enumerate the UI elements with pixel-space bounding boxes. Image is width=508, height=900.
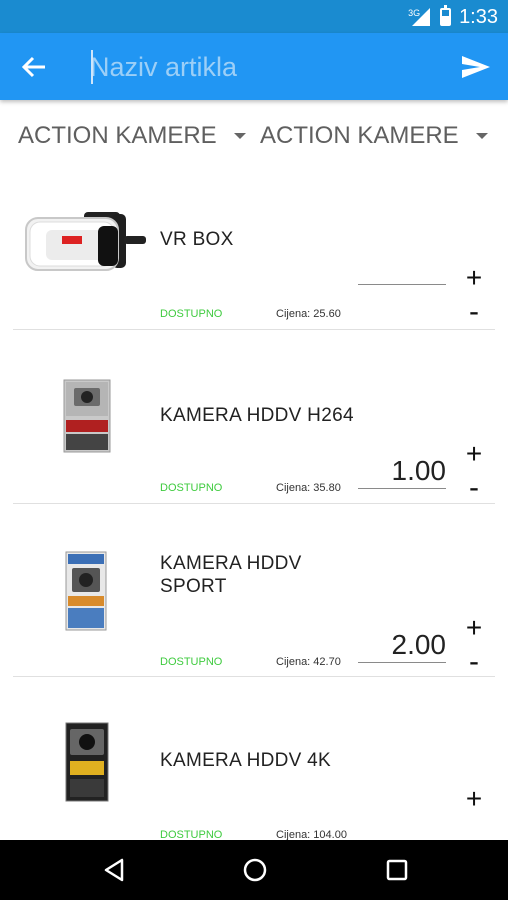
product-image bbox=[62, 550, 110, 637]
product-image bbox=[58, 376, 114, 461]
availability-status: DOSTUPNO bbox=[160, 656, 223, 668]
product-name: KAMERA HDDV H264 bbox=[160, 405, 354, 426]
system-navigation-bar bbox=[0, 840, 508, 900]
filter-bar: ACTION KAMERE ACTION KAMERE bbox=[0, 100, 508, 172]
status-bar: 3G 1:33 bbox=[0, 0, 508, 33]
availability-status: DOSTUPNO bbox=[160, 308, 223, 320]
price-label: Cijena: 104.00 bbox=[276, 829, 347, 840]
price-label: Cijena: 35.80 bbox=[276, 482, 341, 494]
quantity-field[interactable] bbox=[358, 284, 446, 285]
product-name: VR BOX bbox=[160, 229, 234, 250]
increase-quantity-button[interactable]: + bbox=[462, 440, 486, 468]
availability-status: DOSTUPNO bbox=[160, 829, 223, 840]
availability-status: DOSTUPNO bbox=[160, 482, 223, 494]
product-name: KAMERA HDDV 4K bbox=[160, 750, 332, 771]
decrease-quantity-button[interactable]: - bbox=[462, 473, 486, 503]
quantity-field[interactable]: 1.00 bbox=[358, 454, 446, 489]
back-arrow-icon[interactable] bbox=[18, 51, 50, 83]
quantity-field[interactable]: 2.00 bbox=[358, 628, 446, 663]
search-input[interactable] bbox=[90, 47, 430, 87]
price-label: Cijena: 25.60 bbox=[276, 308, 341, 320]
text-cursor bbox=[91, 50, 93, 84]
product-image bbox=[24, 206, 148, 281]
product-image bbox=[62, 721, 112, 808]
chevron-down-icon bbox=[476, 133, 488, 139]
network-type-label: 3G bbox=[408, 8, 421, 18]
back-triangle-icon[interactable] bbox=[100, 855, 130, 885]
chevron-down-icon bbox=[234, 133, 246, 139]
home-circle-icon[interactable] bbox=[240, 855, 270, 885]
category-dropdown-1[interactable]: ACTION KAMERE bbox=[18, 120, 248, 152]
signal-icon: 3G bbox=[406, 6, 432, 28]
app-bar bbox=[0, 33, 508, 100]
category-dropdown-2-label: ACTION KAMERE bbox=[260, 122, 459, 149]
increase-quantity-button[interactable]: + bbox=[462, 785, 486, 813]
category-dropdown-2[interactable]: ACTION KAMERE bbox=[260, 120, 490, 152]
price-label: Cijena: 42.70 bbox=[276, 656, 341, 668]
list-item[interactable]: KAMERA HDDV H264 + 1.00 DOSTUPNO Cijena:… bbox=[0, 330, 508, 503]
category-dropdown-1-label: ACTION KAMERE bbox=[18, 122, 217, 149]
list-item[interactable]: VR BOX + DOSTUPNO Cijena: 25.60 - bbox=[0, 172, 508, 345]
send-icon[interactable] bbox=[458, 51, 494, 83]
increase-quantity-button[interactable]: + bbox=[462, 264, 486, 292]
clock: 1:33 bbox=[459, 6, 498, 28]
product-name: KAMERA HDDV SPORT bbox=[160, 553, 302, 597]
product-list[interactable]: VR BOX + DOSTUPNO Cijena: 25.60 - KAMERA… bbox=[0, 172, 508, 840]
recent-apps-square-icon[interactable] bbox=[382, 855, 412, 885]
battery-icon bbox=[440, 5, 452, 26]
decrease-quantity-button[interactable]: - bbox=[462, 297, 486, 327]
list-item[interactable]: KAMERA HDDV 4K + DOSTUPNO Cijena: 104.00 bbox=[0, 677, 508, 840]
decrease-quantity-button[interactable]: - bbox=[462, 647, 486, 677]
increase-quantity-button[interactable]: + bbox=[462, 614, 486, 642]
list-item[interactable]: KAMERA HDDV SPORT + 2.00 DOSTUPNO Cijena… bbox=[0, 504, 508, 677]
